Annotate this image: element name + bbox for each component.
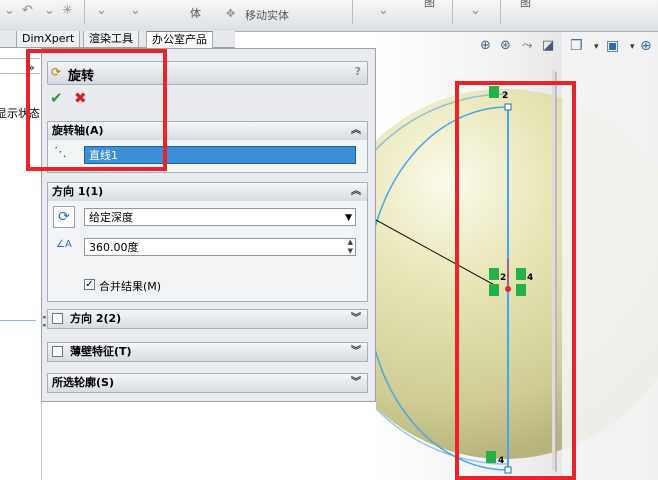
spin-buttons[interactable]: ▲ ▼	[348, 238, 353, 256]
ribbon-arc-icon[interactable]: ↶	[22, 3, 33, 18]
merge-result-label: 合并结果(M)	[99, 280, 162, 293]
chevron-down-icon[interactable]: ▼	[345, 209, 352, 227]
direction1-section-header[interactable]: 方向 1(1) ︽	[47, 182, 368, 202]
move-body-icon[interactable]: ✥	[226, 7, 235, 20]
ribbon-graph-label-2[interactable]: 图	[520, 0, 531, 10]
merge-result-checkbox[interactable]: ✓	[84, 279, 95, 290]
angle-icon: ∠A	[56, 239, 72, 250]
angle-value: 360.00度	[89, 241, 139, 254]
ribbon-dropdown-icon-2[interactable]: ⌄	[44, 3, 55, 18]
zoom-area-icon: ⊛	[500, 38, 511, 53]
dropdown-icon: ▾	[594, 42, 599, 52]
tree-divider	[0, 320, 36, 321]
collapse-icon[interactable]: ︽	[351, 122, 361, 140]
ribbon-dropdown-icon-6[interactable]: ⌄	[470, 3, 481, 18]
expand-icon[interactable]: ︾	[351, 310, 361, 328]
command-ribbon: ⌄ ↶ ⌄ ✳ ⌄ ⌄ 体 ✥ 移动实体 ⌄ 图 ⌄ 图	[0, 0, 658, 32]
tab-dimxpert[interactable]: DimXpert	[16, 31, 81, 47]
angle-input[interactable]: 360.00度 ▲ ▼	[84, 238, 356, 256]
previous-view-icon: ⤳	[522, 38, 533, 53]
ribbon-body-label[interactable]: 体	[190, 5, 201, 21]
ribbon-move-body[interactable]: 移动实体	[245, 7, 289, 23]
selected-contours-section-header[interactable]: 所选轮廓(S) ︾	[47, 373, 368, 393]
dropdown-icon: ▾	[630, 42, 635, 52]
collapse-icon[interactable]: ︽	[351, 183, 361, 201]
ribbon-dropdown-icon[interactable]: ⌄	[4, 3, 15, 18]
reverse-direction-button[interactable]: ⟳	[53, 206, 75, 228]
direction1-section-body: ⟳ 给定深度 ▼ ∠A 360.00度 ▲ ▼ ✓ 合并结果(M)	[47, 201, 368, 302]
ribbon-asterisk-icon[interactable]: ✳	[62, 3, 73, 18]
hide-show-icon: ⊕	[640, 38, 652, 54]
tab-render-tools[interactable]: 渲染工具	[83, 31, 139, 47]
ribbon-dropdown-icon-5[interactable]: ⌄	[378, 3, 389, 18]
ribbon-dropdown-icon-4[interactable]: ⌄	[130, 3, 141, 18]
annotation-box-sketch	[455, 81, 576, 480]
end-condition-select[interactable]: 给定深度 ▼	[84, 208, 356, 226]
end-condition-value: 给定深度	[89, 211, 133, 224]
tab-office-products[interactable]: 办公室产品	[146, 31, 213, 48]
section-view-icon: ◪	[542, 38, 554, 53]
expand-icon[interactable]: ︾	[351, 374, 361, 392]
direction1-title: 方向 1(1)	[52, 185, 104, 198]
thin-feature-section-header[interactable]: 薄壁特征(T) ︾	[47, 342, 368, 362]
selected-contours-title: 所选轮廓(S)	[52, 376, 114, 389]
ribbon-graph-label[interactable]: 图	[424, 0, 435, 10]
panel-splitter-icon[interactable]: ◂ ◂	[42, 313, 46, 329]
annotation-box-axis	[26, 49, 167, 171]
command-tab-bar: DimXpert 渲染工具 办公室产品	[0, 31, 235, 48]
zoom-to-fit-icon: ⊕	[480, 38, 491, 53]
direction2-checkbox[interactable]	[52, 313, 63, 324]
ribbon-dropdown-icon-3[interactable]: ⌄	[96, 3, 107, 18]
direction2-section-header[interactable]: 方向 2(2) ︾	[47, 309, 368, 329]
help-icon[interactable]: ?	[355, 65, 361, 78]
view-orientation-icon: ❒	[570, 38, 583, 54]
expand-icon[interactable]: ︾	[351, 343, 361, 361]
reverse-direction-icon: ⟳	[58, 209, 70, 225]
display-style-icon: ▣	[606, 38, 619, 54]
thin-feature-checkbox[interactable]	[52, 346, 63, 357]
